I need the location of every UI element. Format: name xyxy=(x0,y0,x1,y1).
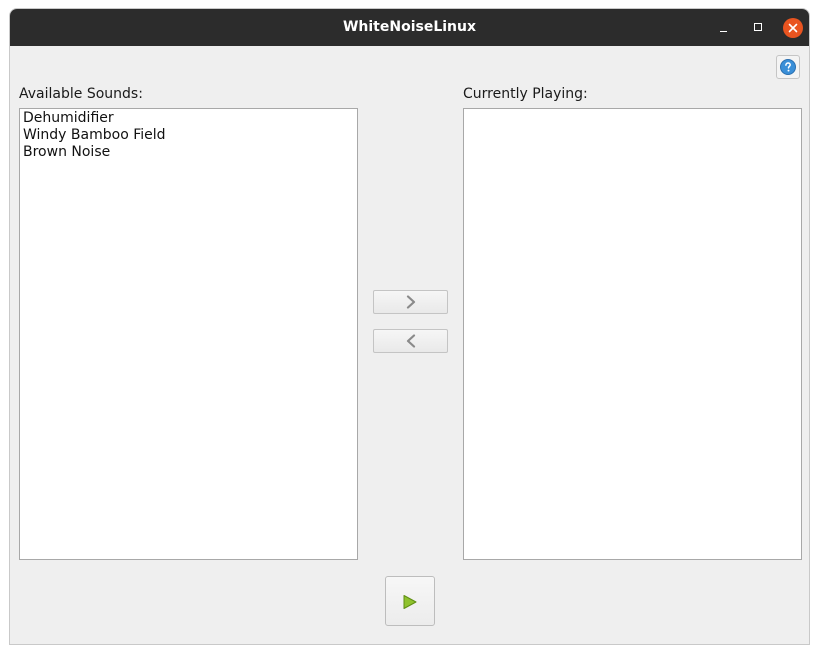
remove-from-playing-button[interactable] xyxy=(373,329,448,353)
chevron-left-icon xyxy=(406,334,416,348)
minimize-button[interactable] xyxy=(714,18,734,38)
app-window: WhiteNoiseLinux Available Sounds: Curren… xyxy=(9,8,810,645)
chevron-right-icon xyxy=(406,295,416,309)
help-icon xyxy=(780,59,796,75)
available-sounds-list[interactable]: Dehumidifier Windy Bamboo Field Brown Nois… xyxy=(19,108,358,560)
close-icon xyxy=(788,23,798,33)
list-item[interactable]: Dehumidifier xyxy=(20,110,357,127)
add-to-playing-button[interactable] xyxy=(373,290,448,314)
available-sounds-label: Available Sounds: xyxy=(19,86,143,102)
help-button[interactable] xyxy=(776,55,800,79)
currently-playing-list[interactable] xyxy=(463,108,802,560)
list-item[interactable]: Brown Noise xyxy=(20,144,357,161)
title-bar[interactable]: WhiteNoiseLinux xyxy=(10,9,809,46)
window-title: WhiteNoiseLinux xyxy=(342,19,477,35)
play-icon xyxy=(403,595,417,609)
currently-playing-label: Currently Playing: xyxy=(463,86,588,102)
play-button[interactable] xyxy=(385,576,435,626)
close-button[interactable] xyxy=(783,18,803,38)
list-item[interactable]: Windy Bamboo Field xyxy=(20,127,357,144)
maximize-button[interactable] xyxy=(749,18,769,38)
